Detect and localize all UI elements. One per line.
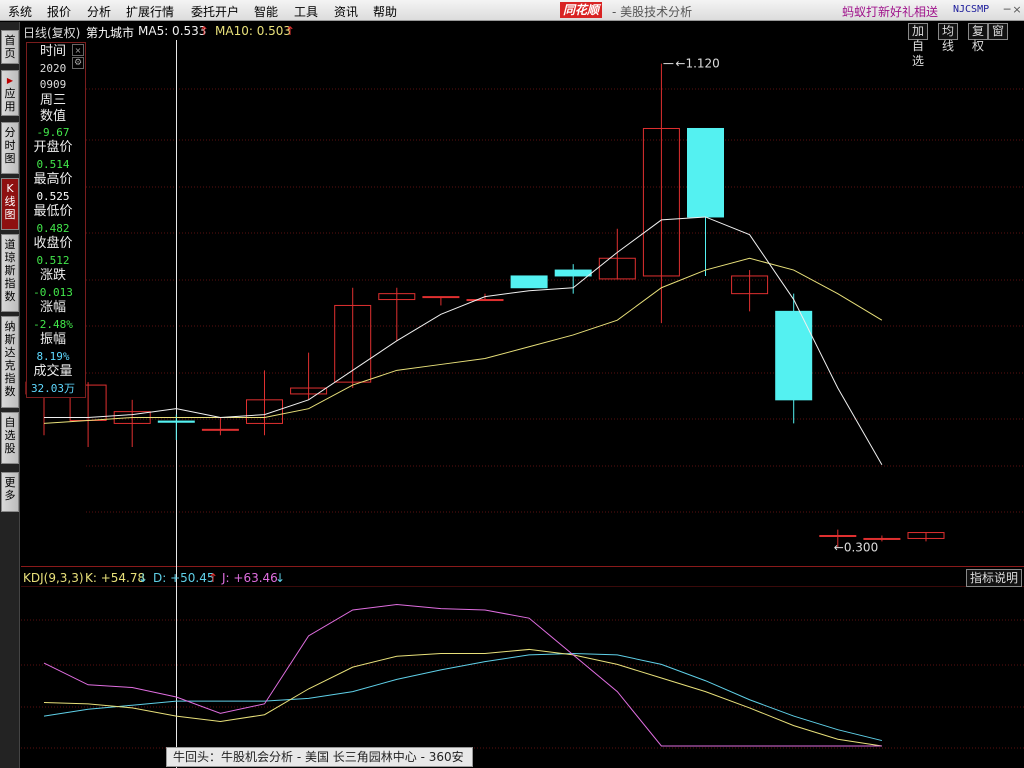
ma-button[interactable]: 均线 <box>937 23 958 53</box>
close-label: 收盘价 <box>33 236 73 251</box>
kdj-j-value: J: +63.46 <box>222 571 278 585</box>
info-low: 0.482 <box>36 222 70 235</box>
info-value: -9.67 <box>36 126 70 139</box>
add-watchlist-button[interactable]: 加自选 <box>907 23 928 68</box>
ma10-line <box>43 257 883 424</box>
value-label: 数值 <box>39 109 66 124</box>
candle-up <box>466 299 504 302</box>
info-close: 0.512 <box>36 254 70 267</box>
kdj-d-line <box>43 653 883 742</box>
info-amp: 8.19% <box>36 350 70 363</box>
news-ticker[interactable]: 牛回头：牛股机会分析 - 美国 长三角园林中心 - 360安 <box>166 747 473 767</box>
candle-down <box>157 420 195 423</box>
ma5-up-icon: ↑ <box>199 24 210 38</box>
chart-header: 日线(复权) 第九城市 MA5: 0.533 ↑ MA10: 0.503 ↑ 加… <box>21 22 1024 68</box>
kdj-name[interactable]: KDJ(9,3,3) <box>23 571 84 585</box>
vol-label: 成交量 <box>33 364 73 379</box>
kdj-k-line <box>43 648 882 747</box>
candle-down <box>554 269 592 277</box>
kdj-d-up-icon: ↑ <box>208 571 219 585</box>
candle-up <box>863 537 901 540</box>
kdj-k-down-icon: ↓ <box>138 571 149 585</box>
stock-name: 第九城市 <box>86 26 135 40</box>
candle-up <box>422 296 460 299</box>
candle-up <box>819 535 857 538</box>
info-pct: -2.48% <box>33 318 73 331</box>
low-label: 最低价 <box>33 204 73 219</box>
candle-down <box>687 127 724 218</box>
ma5-line <box>44 216 883 465</box>
window-button[interactable]: 窗 <box>987 23 1008 40</box>
info-year: 2020 <box>39 62 67 75</box>
info-date: 0909 <box>39 78 67 91</box>
candle-up <box>201 428 239 431</box>
crosshair-info-panel: × ⚙ 时间 2020 0909 周三 数值 -9.67 开盘价 0.514 最… <box>26 42 86 398</box>
min-price-label: ←0.300 <box>834 540 878 554</box>
kdj-j-line <box>43 604 882 747</box>
kline-chart[interactable]: ←1.120 ←0.300 <box>0 0 1024 768</box>
info-vol: 32.03万 <box>30 382 76 395</box>
ma5-value: MA5: 0.533 <box>138 24 207 38</box>
ma10-value: MA10: 0.503 <box>215 24 292 38</box>
info-open: 0.514 <box>36 158 70 171</box>
max-price-label: ←1.120 <box>675 57 719 71</box>
info-high: 0.525 <box>36 190 70 203</box>
kdj-d-value: D: +50.45 <box>153 571 215 585</box>
kdj-header: KDJ(9,3,3) K: +54.78 ↓ D: +50.45 ↑ J: +6… <box>21 569 1024 585</box>
ma10-up-icon: ↑ <box>285 24 296 38</box>
amp-label: 振幅 <box>39 332 66 347</box>
pct-label: 涨幅 <box>39 300 66 315</box>
adjust-button[interactable]: 复权 <box>967 23 988 53</box>
change-label: 涨跌 <box>39 268 66 283</box>
kdj-j-down-icon: ↓ <box>275 571 286 585</box>
indicator-help-button[interactable]: 指标说明 <box>966 569 1022 587</box>
open-label: 开盘价 <box>33 140 73 155</box>
info-weekday: 周三 <box>39 93 66 108</box>
period-label[interactable]: 日线(复权) <box>23 24 80 41</box>
info-change: -0.013 <box>33 286 73 299</box>
high-label: 最高价 <box>33 172 73 187</box>
time-label: 时间 <box>39 44 66 59</box>
candle-down <box>510 275 548 289</box>
kdj-k-value: K: +54.78 <box>85 571 146 585</box>
